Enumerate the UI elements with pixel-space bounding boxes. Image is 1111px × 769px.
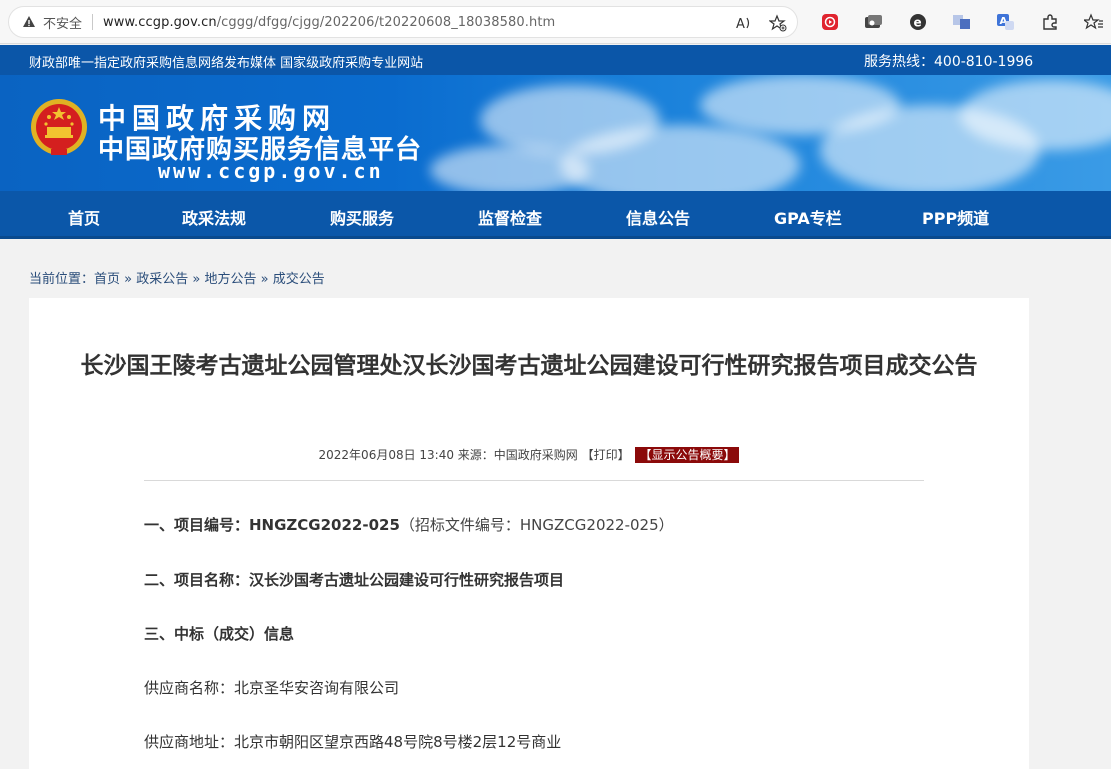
tender-doc-number: （招标文件编号：HNGZCG2022-025） bbox=[399, 516, 674, 534]
site-banner: 中国政府采购网 中国政府购买服务信息平台 www.ccgp.gov.cn bbox=[0, 75, 1111, 191]
project-name-text: 二、项目名称：汉长沙国考古遗址公园建设可行性研究报告项目 bbox=[144, 571, 565, 589]
collections-icon[interactable] bbox=[940, 10, 984, 34]
project-number: 一、项目编号：HNGZCG2022-025（招标文件编号：HNGZCG2022-… bbox=[144, 514, 674, 535]
award-info-heading: 三、中标（成交）信息 bbox=[144, 623, 294, 644]
insecure-label[interactable]: 不安全 bbox=[43, 13, 82, 32]
nav-supervision[interactable]: 监督检查 bbox=[478, 205, 542, 229]
translate-icon[interactable]: A bbox=[984, 10, 1028, 34]
svg-text:A: A bbox=[736, 17, 745, 31]
site-domain: www.ccgp.gov.cn bbox=[158, 159, 384, 183]
address-separator bbox=[92, 14, 94, 30]
nav-purchase-services[interactable]: 购买服务 bbox=[330, 205, 394, 229]
site-tagline: 财政部唯一指定政府采购信息网络发布媒体 国家级政府采购专业网站 bbox=[29, 56, 424, 71]
url-path: /cggg/dfgg/cjgg/202206/t20220608_1803858… bbox=[216, 14, 556, 30]
supplier-address: 供应商地址：北京市朝阳区望京西路48号院8号楼2层12号商业 bbox=[144, 733, 562, 751]
award-info-text: 三、中标（成交）信息 bbox=[144, 625, 295, 643]
show-summary-button[interactable]: 【显示公告概要】 bbox=[635, 447, 740, 463]
favorite-add-icon[interactable] bbox=[769, 14, 787, 32]
nav-regulations[interactable]: 政采法规 bbox=[182, 205, 246, 229]
svg-text:e: e bbox=[914, 16, 922, 30]
warning-icon[interactable] bbox=[21, 14, 37, 30]
breadcrumb-prefix: 当前位置： bbox=[29, 272, 95, 287]
nav-home[interactable]: 首页 bbox=[68, 205, 100, 229]
read-aloud-icon[interactable]: A bbox=[735, 14, 753, 32]
main-nav: 首页 政采法规 购买服务 监督检查 信息公告 GPA专栏 PPP频道 bbox=[0, 191, 1111, 239]
breadcrumb: 当前位置：首页 » 政采公告 » 地方公告 » 成交公告 bbox=[29, 272, 325, 287]
favorites-icon[interactable] bbox=[1072, 10, 1111, 34]
top-info-strip: 财政部唯一指定政府采购信息网络发布媒体 国家级政府采购专业网站 服务热线：400… bbox=[0, 45, 1111, 75]
breadcrumb-local[interactable]: 地方公告 bbox=[204, 272, 256, 287]
video-extension-icon[interactable] bbox=[808, 10, 852, 34]
article-divider bbox=[144, 480, 924, 481]
breadcrumb-home[interactable]: 首页 bbox=[94, 272, 120, 287]
url-host: www.ccgp.gov.cn bbox=[103, 14, 217, 30]
article-card: 长沙国王陵考古遗址公园管理处汉长沙国考古遗址公园建设可行性研究报告项目成交公告 … bbox=[29, 298, 1029, 769]
service-hotline: 服务热线：400-810-1996 bbox=[864, 54, 1034, 70]
supplier-name: 供应商名称：北京圣华安咨询有限公司 bbox=[144, 679, 400, 697]
screenshot-extension-icon[interactable] bbox=[852, 10, 896, 34]
article-meta: 2022年06月08日 13:40 来源：中国政府采购网 【打印】 【显示公告概… bbox=[29, 446, 1029, 463]
nav-gpa[interactable]: GPA专栏 bbox=[774, 205, 842, 229]
article-title: 长沙国王陵考古遗址公园管理处汉长沙国考古遗址公园建设可行性研究报告项目成交公告 bbox=[80, 353, 978, 379]
breadcrumb-procurement[interactable]: 政采公告 bbox=[136, 272, 188, 287]
extensions-icon[interactable] bbox=[1028, 10, 1072, 34]
browser-toolbar: 不安全 www.ccgp.gov.cn/cggg/dfgg/cjgg/20220… bbox=[0, 0, 1111, 44]
breadcrumb-deal[interactable]: 成交公告 bbox=[273, 272, 325, 287]
nav-ppp[interactable]: PPP频道 bbox=[922, 205, 989, 229]
article-meta-text: 2022年06月08日 13:40 来源：中国政府采购网 【打印】 bbox=[318, 448, 630, 462]
project-number-label: 一、项目编号：HNGZCG2022-025 bbox=[144, 516, 400, 534]
national-emblem-icon[interactable] bbox=[29, 97, 89, 159]
url-text[interactable]: www.ccgp.gov.cn/cggg/dfgg/cjgg/202206/t2… bbox=[103, 15, 555, 30]
address-bar[interactable]: 不安全 www.ccgp.gov.cn/cggg/dfgg/cjgg/20220… bbox=[8, 6, 798, 38]
extension-e-icon[interactable]: e bbox=[896, 10, 940, 34]
project-name: 二、项目名称：汉长沙国考古遗址公园建设可行性研究报告项目 bbox=[144, 569, 564, 590]
nav-announcements[interactable]: 信息公告 bbox=[626, 205, 690, 229]
